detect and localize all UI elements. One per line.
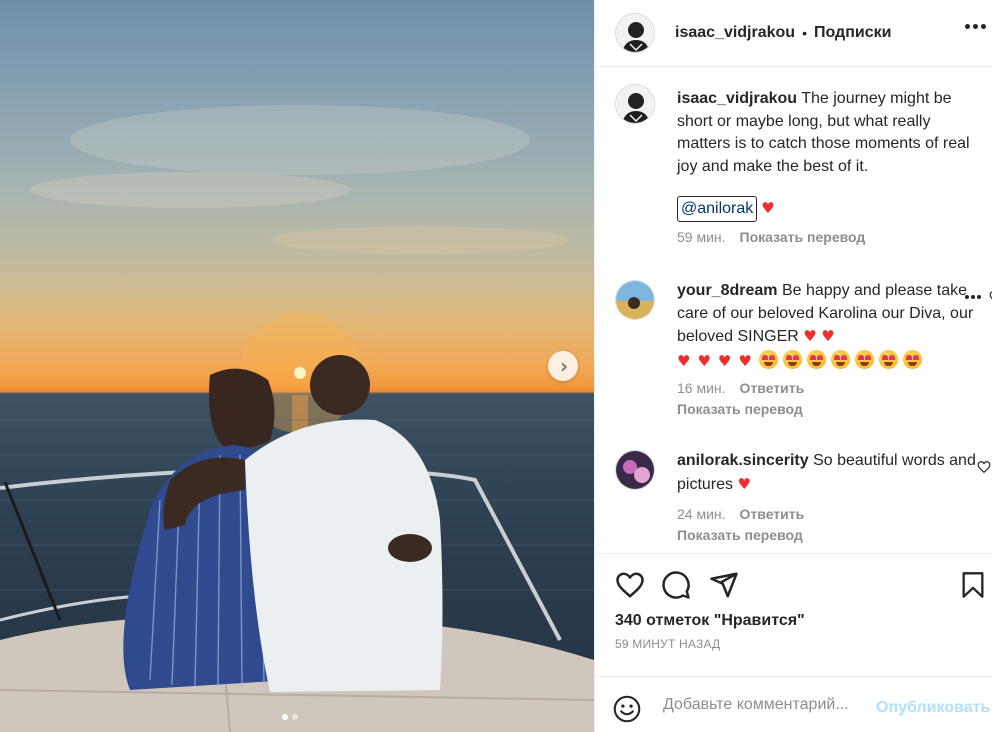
heart-eyes-emoji [758, 349, 778, 369]
heart-icon[interactable] [615, 570, 645, 600]
share-icon[interactable] [709, 570, 739, 600]
author-avatar[interactable] [615, 13, 655, 53]
likes-count[interactable]: 340 отметок "Нравится" [615, 612, 805, 630]
add-comment-bar: Опубликовать [595, 676, 992, 732]
photo-scene [0, 105, 594, 732]
comments-list[interactable]: isaac_vidjrakou The journey might be sho… [595, 68, 992, 554]
emoji-row: ♥ ♥ ♥ ♥ [677, 349, 977, 374]
carousel-indicator [282, 714, 298, 720]
comment-body: your_8dream Be happy and please take car… [677, 280, 977, 418]
publish-button[interactable]: Опубликовать [876, 699, 990, 717]
heart-eyes-emoji [782, 349, 802, 369]
mention-link[interactable]: @anilorak [677, 196, 758, 223]
reply-button[interactable]: Ответить [740, 379, 805, 397]
comment-time: 16 мин. [677, 380, 726, 397]
commenter-avatar[interactable] [615, 450, 655, 490]
chevron-right-icon: › [559, 354, 569, 378]
heart-eyes-emoji [902, 349, 922, 369]
heart-eyes-emoji [878, 349, 898, 369]
heart-emoji: ♥ [821, 327, 835, 346]
heart-emoji: ♥ [697, 351, 711, 370]
reply-button[interactable]: Ответить [740, 505, 805, 523]
comment-like-icon[interactable] [977, 460, 991, 474]
bookmark-icon[interactable] [959, 570, 987, 600]
carousel-dot-active [282, 714, 288, 720]
comment-translate[interactable]: Показать перевод [677, 400, 977, 418]
comment-time: 24 мин. [677, 506, 726, 523]
caption-body: isaac_vidjrakou The journey might be sho… [677, 88, 977, 246]
heart-emoji: ♥ [761, 199, 775, 218]
comment-username[interactable]: your_8dream [677, 282, 778, 299]
comment-actions [965, 290, 992, 304]
heart-emoji: ♥ [803, 327, 817, 346]
heart-emoji: ♥ [677, 351, 691, 370]
heart-emoji: ♥ [738, 351, 752, 370]
header-separator: • [802, 25, 807, 41]
comment-icon[interactable] [661, 570, 691, 600]
next-photo-button[interactable]: › [548, 351, 578, 381]
commenter-avatar[interactable] [615, 280, 655, 320]
post-time: 59 МИНУТ НАЗАД [615, 637, 721, 651]
heart-emoji: ♥ [737, 474, 751, 493]
heart-eyes-emoji [806, 349, 826, 369]
carousel-dot [292, 714, 298, 720]
comment-actions [977, 460, 991, 474]
caption-time: 59 мин. [677, 229, 726, 246]
post-actions [615, 570, 992, 604]
following-button[interactable]: Подписки [814, 24, 891, 42]
comment-body: anilorak.sincerity So beautiful words an… [677, 450, 977, 544]
comment-username[interactable]: anilorak.sincerity [677, 452, 809, 469]
post-header: isaac_vidjrakou • Подписки [595, 0, 992, 67]
comment-input[interactable] [663, 691, 873, 719]
caption-username[interactable]: isaac_vidjrakou [677, 90, 797, 107]
comment-more-icon[interactable] [965, 295, 981, 299]
emoji-icon[interactable] [613, 695, 641, 723]
heart-eyes-emoji [854, 349, 874, 369]
post-photo[interactable]: › [0, 0, 594, 732]
post-side-panel: isaac_vidjrakou • Подписки isaac_vidjrak… [594, 0, 992, 732]
heart-emoji: ♥ [717, 351, 732, 370]
caption-avatar[interactable] [615, 84, 655, 124]
caption-translate[interactable]: Показать перевод [740, 228, 866, 246]
author-username[interactable]: isaac_vidjrakou [675, 24, 795, 42]
more-icon[interactable] [965, 24, 986, 29]
heart-eyes-emoji [830, 349, 850, 369]
comment-translate[interactable]: Показать перевод [677, 526, 977, 544]
